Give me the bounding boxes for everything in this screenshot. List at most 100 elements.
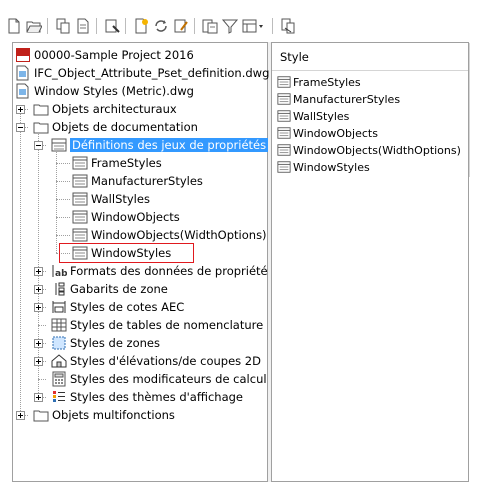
collapse-icon[interactable] xyxy=(16,123,25,132)
tree-item-label: 00000-Sample Project 2016 xyxy=(34,48,194,62)
tree-item-data-formats[interactable]: ab Formats des données de propriété xyxy=(51,262,268,280)
purge-icon[interactable] xyxy=(102,16,122,36)
tree-line xyxy=(56,217,70,218)
property-set-icon xyxy=(72,192,88,206)
schedule-table-icon xyxy=(51,318,67,332)
elevation-icon xyxy=(51,354,67,368)
filter-icon[interactable] xyxy=(220,16,240,36)
column-header-style[interactable]: Style xyxy=(272,43,468,71)
tree-item-documentation[interactable]: Objets de documentation xyxy=(33,118,198,136)
data-format-icon: ab xyxy=(52,265,67,279)
tree-line xyxy=(56,181,70,182)
drawing-file-icon xyxy=(16,65,29,81)
tree-item-pset[interactable]: ManufacturerStyles xyxy=(72,172,203,190)
list-item-label: FrameStyles xyxy=(293,75,361,89)
list-item[interactable]: ManufacturerStyles xyxy=(277,91,400,107)
folder-open-icon xyxy=(33,122,49,134)
folder-icon xyxy=(33,410,49,422)
expand-icon[interactable] xyxy=(34,357,43,366)
tree-item-schedule-styles[interactable]: Styles de tables de nomenclature xyxy=(51,316,263,334)
toolbar-separator xyxy=(47,18,48,34)
tree-item-label: Styles d'élévations/de coupes 2D xyxy=(70,354,261,368)
tree-item-pset-definitions[interactable]: Définitions des jeux de propriétés xyxy=(51,136,269,154)
tree-item-display-themes[interactable]: Styles des thèmes d'affichage xyxy=(51,388,243,406)
expand-icon[interactable] xyxy=(34,303,43,312)
open-folder-icon[interactable] xyxy=(24,16,44,36)
tree-line xyxy=(38,379,46,380)
toolbar-separator xyxy=(96,18,97,34)
tree-item-zone-templates[interactable]: Gabarits de zone xyxy=(51,280,168,298)
tree-item-project[interactable]: 00000-Sample Project 2016 xyxy=(15,46,194,64)
tree-item-pset[interactable]: WindowObjects(WidthOptions) xyxy=(72,226,267,244)
list-item[interactable]: FrameStyles xyxy=(277,74,361,90)
tree-item-label: Styles des thèmes d'affichage xyxy=(70,390,244,404)
tree-line xyxy=(20,113,21,415)
tree-item-label: Window Styles (Metric).dwg xyxy=(34,84,194,98)
property-set-icon xyxy=(72,210,88,224)
tree-item-label: Objets de documentation xyxy=(52,120,198,134)
dimension-icon xyxy=(52,301,66,313)
tree-item-drawing[interactable]: IFC_Object_Attribute_Pset_definition.dwg xyxy=(15,64,269,82)
expand-icon[interactable] xyxy=(34,285,43,294)
tree-item-label: Objets architecturaux xyxy=(52,102,177,116)
list-item[interactable]: WallStyles xyxy=(277,108,349,124)
copy-icon[interactable] xyxy=(53,16,73,36)
view-dropdown-icon[interactable] xyxy=(241,16,267,36)
zone-template-icon xyxy=(55,282,65,296)
tree-item-multipurpose[interactable]: Objets multifonctions xyxy=(33,406,175,424)
list-item[interactable]: WindowObjects(WidthOptions) xyxy=(277,142,461,158)
tree-item-zone-styles[interactable]: Styles de zones xyxy=(51,334,160,352)
tree-item-label: Styles des modificateurs de calcul xyxy=(70,372,267,386)
list-item-label: WallStyles xyxy=(293,109,350,123)
expand-icon[interactable] xyxy=(34,393,43,402)
collapse-icon[interactable] xyxy=(34,141,43,150)
sync-icon[interactable] xyxy=(151,16,171,36)
tree-item-elevation-styles[interactable]: Styles d'élévations/de coupes 2D xyxy=(51,352,261,370)
display-theme-icon xyxy=(53,391,65,402)
expand-icon[interactable] xyxy=(16,105,25,114)
toolbar-separator xyxy=(272,18,273,34)
svg-text:ab: ab xyxy=(55,269,67,279)
calculation-icon xyxy=(52,371,66,387)
list-item-label: ManufacturerStyles xyxy=(293,92,401,106)
tree-item-pset[interactable]: WallStyles xyxy=(72,190,150,208)
document-icon[interactable] xyxy=(73,16,93,36)
list-item-label: WindowObjects xyxy=(293,126,378,140)
list-item-label: WindowObjects(WidthOptions) xyxy=(293,143,461,157)
manage-drawings-icon[interactable] xyxy=(278,16,298,36)
property-set-icon xyxy=(72,174,88,188)
toolbar-separator xyxy=(194,18,195,34)
project-icon xyxy=(16,48,30,62)
tree-item-pset[interactable]: WindowObjects xyxy=(72,208,180,226)
tree-item-label: Formats des données de propriété xyxy=(70,264,268,278)
property-set-icon xyxy=(72,156,88,170)
list-item[interactable]: WindowObjects xyxy=(277,125,378,141)
property-set-icon xyxy=(277,144,291,156)
new-style-icon[interactable] xyxy=(131,16,151,36)
copy-paste-icon[interactable] xyxy=(200,16,220,36)
tree-item-drawing[interactable]: Window Styles (Metric).dwg xyxy=(15,82,194,100)
expand-icon[interactable] xyxy=(34,339,43,348)
expand-icon[interactable] xyxy=(16,411,25,420)
tree-item-label: Définitions des jeux de propriétés xyxy=(70,138,269,152)
new-icon[interactable] xyxy=(4,16,24,36)
style-tree-pane: 00000-Sample Project 2016 IFC_Object_Att… xyxy=(12,42,269,482)
zone-style-icon xyxy=(52,336,66,350)
tree-line xyxy=(56,149,57,253)
tree-item-label: Objets multifonctions xyxy=(52,408,175,422)
property-set-icon xyxy=(277,76,291,88)
list-item[interactable]: WindowStyles xyxy=(277,159,370,175)
edit-icon[interactable] xyxy=(171,16,191,36)
tree-item-label: WindowObjects(WidthOptions) xyxy=(91,228,267,242)
expand-icon[interactable] xyxy=(34,267,43,276)
drawing-file-icon xyxy=(16,83,29,99)
property-set-icon xyxy=(277,93,291,105)
tree-item-architectural[interactable]: Objets architecturaux xyxy=(33,100,177,118)
tree-item-label: Styles de zones xyxy=(70,336,160,350)
property-set-icon xyxy=(277,110,291,122)
tree-item-dimension-styles[interactable]: Styles de cotes AEC xyxy=(51,298,184,316)
tree-item-pset[interactable]: FrameStyles xyxy=(72,154,162,172)
tree-item-calc-modifiers[interactable]: Styles des modificateurs de calcul xyxy=(51,370,267,388)
tree-item-label: WindowObjects xyxy=(91,210,180,224)
tree-item-label: FrameStyles xyxy=(91,156,162,170)
